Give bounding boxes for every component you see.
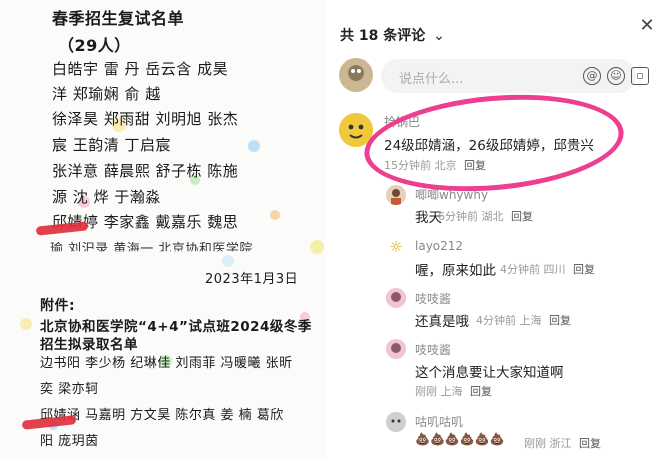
name-row: 徐泽昊 郑雨甜 刘明旭 张杰 <box>52 110 239 128</box>
my-avatar <box>339 58 373 92</box>
comments-count-dropdown[interactable]: 共 18 条评论 ⌄ <box>340 25 445 45</box>
user-avatar[interactable] <box>386 288 406 308</box>
name-row: 白皓宇 雷 丹 岳云含 成昊 <box>52 60 229 78</box>
decor-dot <box>270 210 280 220</box>
at-icon[interactable]: @ <box>583 67 601 85</box>
comment-text: 喔，原来如此 <box>415 263 496 279</box>
comments-panel: 共 18 条评论 ⌄ ✕ 说点什么... @ ☺ ▫ 拾锅巴 24级邱婧涵，26… <box>326 0 660 459</box>
decor-dot <box>310 240 324 254</box>
document-title: 春季招生复试名单 <box>52 9 185 28</box>
name-row: 源 沈 烨 于瀚淼 <box>52 188 161 206</box>
document-photo: 春季招生复试名单 （29人） 白皓宇 雷 丹 岳云含 成昊 洋 郑瑜娴 俞 越 … <box>0 0 325 459</box>
comment-time: 6分钟前 <box>438 210 478 223</box>
name-row: 洋 郑瑜娴 俞 越 <box>52 85 161 103</box>
notice-title: 北京协和医学院“4+4”试点班2024级冬季 <box>40 319 312 335</box>
reply-button[interactable]: 回复 <box>549 314 571 327</box>
pink-highlight-circle <box>360 84 628 202</box>
comment-meta: 4分钟前 上海 回复 <box>476 312 571 328</box>
admit-row: 边书阳 李少杨 纪琳佳 刘雨菲 冯暖曦 张昕 <box>40 356 293 371</box>
name-row: 宸 王韵清 丁启宸 <box>52 136 172 154</box>
user-avatar[interactable] <box>386 339 406 359</box>
comment-location: 四川 <box>543 263 566 276</box>
decor-dot <box>20 318 32 330</box>
comment-time: 4分钟前 <box>476 314 516 327</box>
comment-username[interactable]: layo212 <box>415 239 463 253</box>
comment-time: 4分钟前 <box>500 263 540 276</box>
decor-dot <box>248 140 260 152</box>
chevron-down-icon: ⌄ <box>433 28 445 44</box>
comment-location: 上海 <box>440 385 463 398</box>
comment-meta: 刚刚 浙江 回复 <box>524 435 601 451</box>
decor-dot <box>222 255 234 267</box>
comments-count: 共 18 条评论 <box>340 28 426 44</box>
emoji-icon[interactable]: ☺ <box>607 67 625 85</box>
red-pen-underline <box>35 221 89 236</box>
user-avatar[interactable] <box>386 412 406 432</box>
reply-button[interactable]: 回复 <box>579 437 601 450</box>
document-date: 2023年1月3日 <box>205 272 299 287</box>
attachment-label: 附件: <box>40 298 76 314</box>
comment-meta: 4分钟前 四川 回复 <box>500 261 595 277</box>
reply-button[interactable]: 回复 <box>511 210 533 223</box>
name-row: 张洋意 薛晨熙 舒子栋 陈施 <box>52 162 239 180</box>
comment-username[interactable]: 吱吱酱 <box>415 290 451 307</box>
comment-username[interactable]: 吱吱酱 <box>415 341 451 358</box>
comment-location: 浙江 <box>549 437 572 450</box>
admit-row: 奕 梁亦轲 <box>40 382 99 397</box>
notice-subtitle: 招生拟录取名单 <box>40 337 138 353</box>
cut-off-row: 瑜 刘汜录 黄海一 北京协和医学院 <box>50 242 253 257</box>
reply-button[interactable]: 回复 <box>573 263 595 276</box>
comment-input-placeholder: 说点什么... <box>399 72 464 87</box>
comment-username[interactable]: 唧唧whywhy <box>415 186 488 203</box>
reply-button[interactable]: 回复 <box>470 385 492 398</box>
admit-row: 邱婧涵 马嘉明 方文昊 陈尔真 姜 楠 葛欣 <box>40 408 284 423</box>
comment-time: 刚刚 <box>524 437 546 450</box>
comment-location: 上海 <box>519 314 542 327</box>
admit-row: 阳 庞玥茵 <box>40 434 99 449</box>
comment-location: 湖北 <box>481 210 504 223</box>
document-count: （29人） <box>58 36 131 55</box>
comment-time: 刚刚 <box>415 385 437 398</box>
comment-username[interactable]: 咕叽咕叽 <box>415 413 463 430</box>
comment-input[interactable]: 说点什么... @ ☺ ▫ <box>381 59 649 93</box>
user-avatar[interactable] <box>386 185 406 205</box>
comment-text: 这个消息要让大家知道啊 <box>415 365 564 381</box>
close-icon[interactable]: ✕ <box>635 14 659 38</box>
comment-text: 还真是哦 <box>415 314 469 330</box>
comment-meta: 6分钟前 湖北 回复 <box>438 208 533 224</box>
sun-icon[interactable]: ☼ <box>386 237 406 257</box>
image-icon[interactable]: ▫ <box>631 67 649 85</box>
comment-meta: 刚刚 上海 回复 <box>415 383 492 399</box>
comment-text: 💩💩💩💩💩💩 <box>415 432 505 446</box>
